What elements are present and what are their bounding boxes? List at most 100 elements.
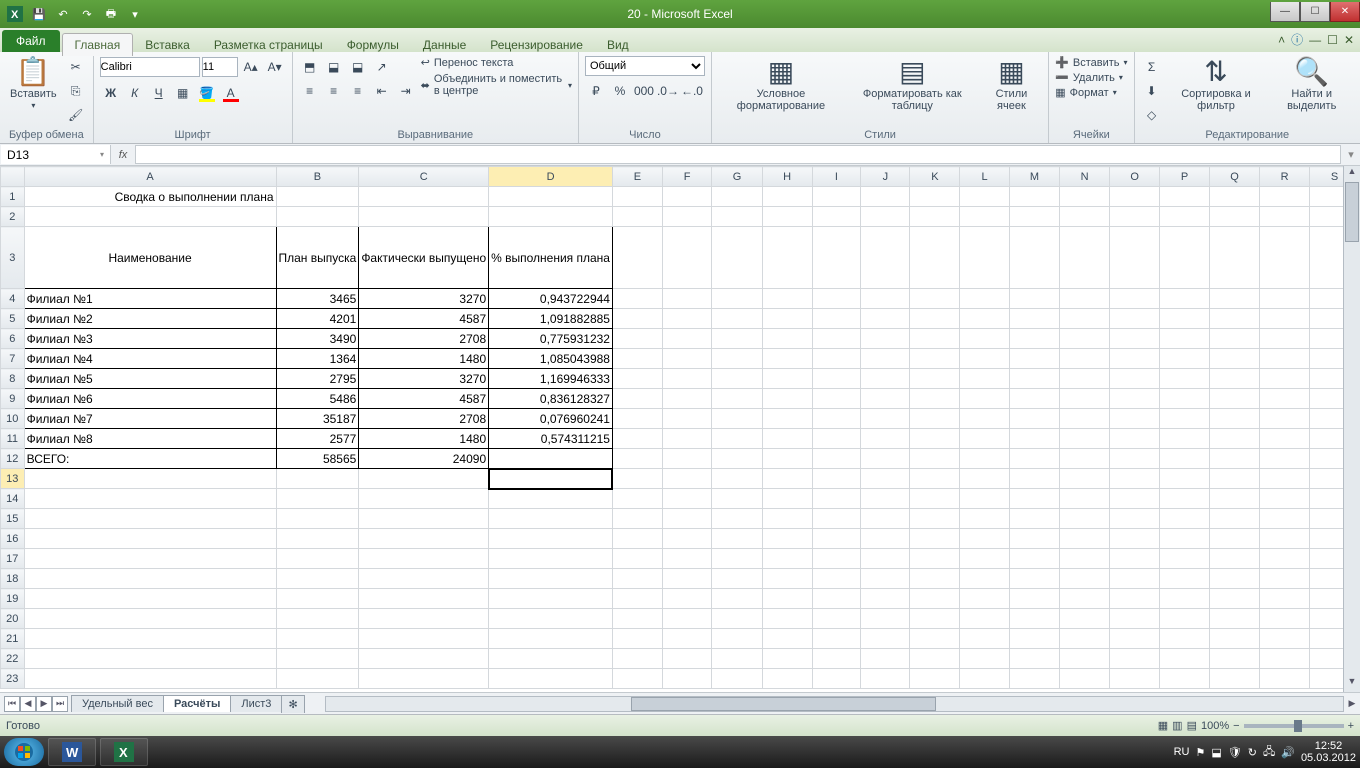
cell[interactable] — [1060, 609, 1110, 629]
cell[interactable] — [762, 569, 812, 589]
cell[interactable] — [662, 569, 712, 589]
file-tab[interactable]: Файл — [2, 30, 60, 52]
cell[interactable] — [762, 629, 812, 649]
col-header[interactable]: C — [359, 167, 489, 187]
border-icon[interactable]: ▦ — [172, 82, 194, 104]
cell[interactable] — [1060, 549, 1110, 569]
cell[interactable] — [359, 489, 489, 509]
cell[interactable] — [489, 589, 613, 609]
zoom-slider[interactable] — [1244, 724, 1344, 728]
cell[interactable] — [489, 509, 613, 529]
cell[interactable] — [1209, 489, 1259, 509]
cell[interactable] — [1060, 469, 1110, 489]
cell[interactable]: Филиал №8 — [24, 429, 276, 449]
cell[interactable] — [712, 669, 762, 689]
tray-action-icon[interactable]: ⬓ — [1211, 746, 1221, 759]
zoom-out-button[interactable]: − — [1233, 720, 1239, 732]
cell[interactable] — [1009, 187, 1059, 207]
cell[interactable] — [1060, 629, 1110, 649]
tray-flag-icon[interactable]: ⚑ — [1196, 746, 1206, 759]
cell[interactable] — [1110, 429, 1160, 449]
cell[interactable] — [612, 409, 662, 429]
orientation-icon[interactable]: ↗ — [371, 56, 393, 78]
inc-decimal-icon[interactable]: .0→ — [657, 80, 679, 102]
find-select-button[interactable]: 🔍Найти и выделить — [1269, 56, 1354, 114]
cell[interactable]: ВСЕГО: — [24, 449, 276, 469]
row-header[interactable]: 18 — [1, 569, 25, 589]
cell[interactable] — [1060, 369, 1110, 389]
cell[interactable] — [612, 589, 662, 609]
cell[interactable] — [1260, 227, 1310, 289]
cell[interactable]: % выполнения плана — [489, 227, 613, 289]
col-header[interactable]: B — [276, 167, 359, 187]
cell[interactable] — [861, 389, 910, 409]
cell[interactable] — [276, 509, 359, 529]
cell[interactable] — [762, 509, 812, 529]
cell[interactable] — [1110, 469, 1160, 489]
cell[interactable] — [1260, 569, 1310, 589]
cell[interactable]: 2708 — [359, 329, 489, 349]
cell[interactable] — [1160, 227, 1210, 289]
cell[interactable] — [762, 349, 812, 369]
row-header[interactable]: 22 — [1, 649, 25, 669]
cell[interactable] — [612, 509, 662, 529]
sheet-nav-first-icon[interactable]: ⏮ — [4, 696, 20, 712]
cell[interactable] — [762, 207, 812, 227]
row-header[interactable]: 4 — [1, 289, 25, 309]
view-layout-icon[interactable]: ▥ — [1172, 719, 1182, 732]
cell[interactable] — [1209, 549, 1259, 569]
cell[interactable] — [1209, 509, 1259, 529]
cell[interactable] — [662, 669, 712, 689]
tray-shield-icon[interactable]: 🛡 — [1228, 746, 1242, 759]
cell[interactable] — [910, 629, 960, 649]
sheet-tab[interactable]: Лист3 — [230, 695, 282, 712]
cell[interactable] — [1060, 509, 1110, 529]
cell[interactable] — [1209, 409, 1259, 429]
cell[interactable] — [1060, 449, 1110, 469]
formula-input[interactable] — [135, 145, 1341, 164]
cell[interactable] — [359, 509, 489, 529]
cell[interactable] — [1260, 289, 1310, 309]
maximize-button[interactable]: ☐ — [1300, 2, 1330, 22]
cell[interactable] — [861, 449, 910, 469]
cell[interactable] — [1209, 187, 1259, 207]
cell[interactable] — [861, 429, 910, 449]
formula-expand-icon[interactable]: ▾ — [1342, 144, 1360, 165]
align-top-icon[interactable]: ⬒ — [299, 56, 321, 78]
cell[interactable] — [359, 207, 489, 227]
cell[interactable] — [1209, 429, 1259, 449]
cell[interactable] — [712, 429, 762, 449]
cell[interactable] — [762, 549, 812, 569]
cell[interactable] — [1260, 349, 1310, 369]
tab-Вставка[interactable]: Вставка — [133, 34, 202, 56]
cell[interactable] — [960, 649, 1009, 669]
cell[interactable] — [1209, 289, 1259, 309]
col-header[interactable]: M — [1009, 167, 1059, 187]
row-header[interactable]: 2 — [1, 207, 25, 227]
cell[interactable] — [1160, 569, 1210, 589]
copy-icon[interactable]: ⎘ — [65, 80, 87, 102]
cell[interactable] — [712, 589, 762, 609]
cell[interactable] — [612, 569, 662, 589]
cell[interactable] — [612, 349, 662, 369]
cell[interactable] — [276, 589, 359, 609]
cell[interactable] — [1110, 207, 1160, 227]
row-header[interactable]: 13 — [1, 469, 25, 489]
tray-network-icon[interactable]: 🖧 — [1263, 743, 1275, 762]
cell[interactable] — [1209, 227, 1259, 289]
cell[interactable] — [1209, 609, 1259, 629]
cell[interactable]: 3270 — [359, 369, 489, 389]
cell[interactable] — [1260, 429, 1310, 449]
cell[interactable] — [1110, 389, 1160, 409]
doc-close-icon[interactable]: ✕ — [1344, 33, 1354, 47]
cell[interactable] — [359, 609, 489, 629]
conditional-formatting-button[interactable]: ▦Условное форматирование — [718, 56, 844, 114]
cell[interactable] — [910, 389, 960, 409]
row-header[interactable]: 21 — [1, 629, 25, 649]
cell[interactable]: 2577 — [276, 429, 359, 449]
cell[interactable] — [1260, 409, 1310, 429]
cell[interactable] — [861, 227, 910, 289]
cell[interactable] — [910, 369, 960, 389]
insert-cells-button[interactable]: ➕Вставить▾ — [1055, 56, 1127, 69]
cell[interactable] — [359, 649, 489, 669]
